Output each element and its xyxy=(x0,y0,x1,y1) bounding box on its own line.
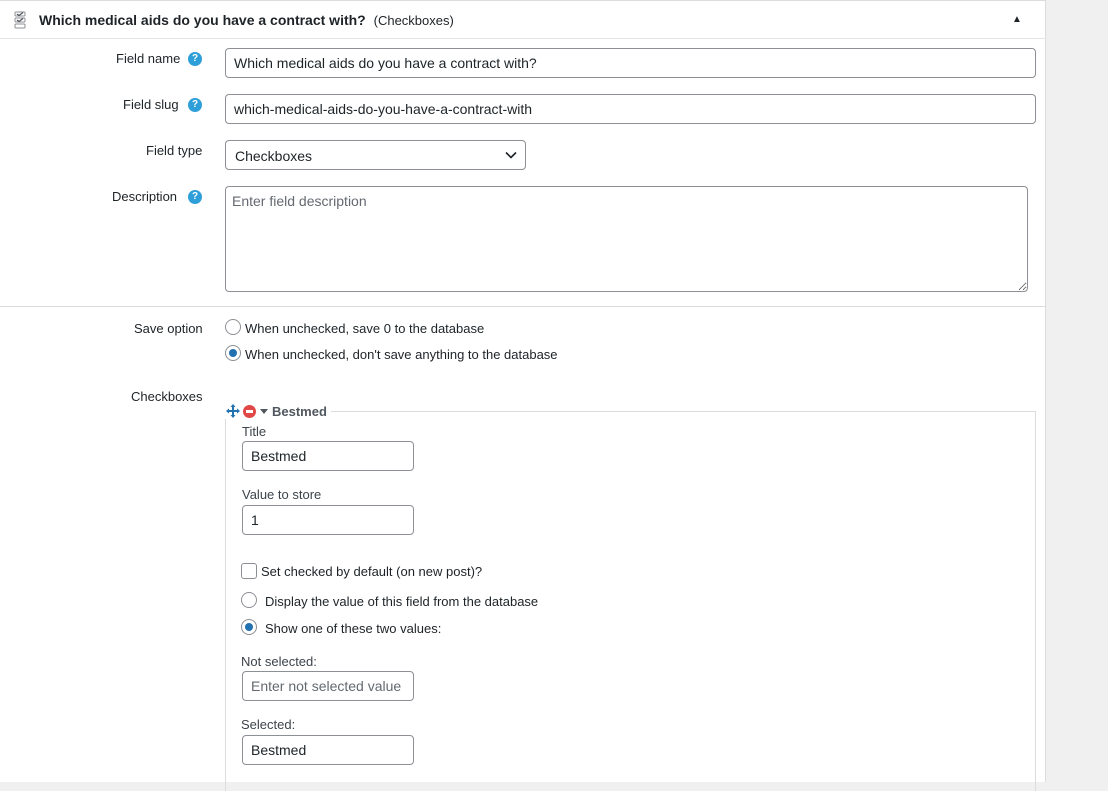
checked-by-default-checkbox[interactable] xyxy=(241,563,257,579)
show-two-values-label[interactable]: Show one of these two values: xyxy=(265,621,441,636)
show-two-values-radio[interactable] xyxy=(241,619,257,635)
section-divider xyxy=(0,306,1046,307)
move-icon[interactable] xyxy=(226,404,240,418)
chevron-down-icon xyxy=(505,151,517,159)
field-type-label: Field type xyxy=(146,143,203,158)
collapse-toggle-icon[interactable]: ▲ xyxy=(1012,14,1022,25)
caret-down-icon[interactable] xyxy=(260,408,268,414)
checkbox-item-title[interactable]: Bestmed xyxy=(272,404,327,419)
checkbox-item-legend: Bestmed xyxy=(225,403,331,419)
field-name-label: Field name xyxy=(116,51,181,66)
field-slug-label: Field slug xyxy=(123,97,179,112)
checkboxes-label: Checkboxes xyxy=(131,389,203,404)
description-label: Description xyxy=(112,189,178,204)
item-title-label: Title xyxy=(242,424,267,439)
display-from-db-label[interactable]: Display the value of this field from the… xyxy=(265,594,538,609)
field-header-type: (Checkboxes) xyxy=(373,13,454,28)
save-option-label: Save option xyxy=(134,321,203,336)
item-value-input[interactable] xyxy=(242,505,414,535)
display-from-db-radio[interactable] xyxy=(241,592,257,608)
checked-by-default-label[interactable]: Set checked by default (on new post)? xyxy=(261,564,482,579)
description-textarea[interactable] xyxy=(225,186,1028,292)
save-nothing-radio[interactable] xyxy=(225,345,241,361)
field-name-input[interactable] xyxy=(225,48,1036,78)
selected-label: Selected: xyxy=(241,717,296,732)
field-header[interactable]: Which medical aids do you have a contrac… xyxy=(0,1,1046,39)
item-value-label: Value to store xyxy=(242,487,322,502)
not-selected-input[interactable] xyxy=(242,671,414,701)
field-name-help-icon[interactable]: ? xyxy=(188,52,202,66)
field-type-value: Checkboxes xyxy=(235,148,313,164)
save-zero-radio[interactable] xyxy=(225,319,241,335)
not-selected-label: Not selected: xyxy=(241,654,317,669)
selected-input[interactable] xyxy=(242,735,414,765)
save-nothing-option-label[interactable]: When unchecked, don't save anything to t… xyxy=(245,347,558,362)
save-zero-option-label[interactable]: When unchecked, save 0 to the database xyxy=(245,321,484,336)
field-header-title: Which medical aids do you have a contrac… xyxy=(39,12,454,28)
checkboxes-icon xyxy=(14,11,26,29)
remove-icon[interactable] xyxy=(243,404,256,418)
field-slug-help-icon[interactable]: ? xyxy=(188,98,202,112)
field-slug-input[interactable] xyxy=(225,94,1036,124)
item-title-input[interactable] xyxy=(242,441,414,471)
field-type-select[interactable]: Checkboxes xyxy=(225,140,526,170)
field-panel: Which medical aids do you have a contrac… xyxy=(0,0,1046,791)
field-header-name: Which medical aids do you have a contrac… xyxy=(39,12,366,28)
description-help-icon[interactable]: ? xyxy=(188,190,202,204)
